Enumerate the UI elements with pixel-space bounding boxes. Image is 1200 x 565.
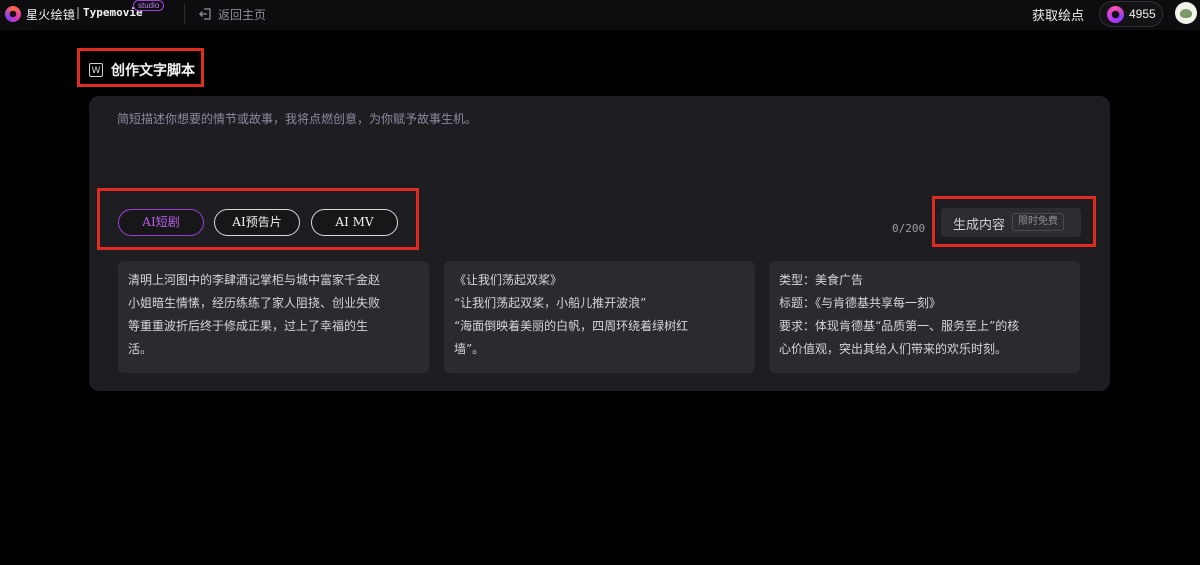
app-separator: |	[76, 5, 81, 19]
example-line: “海面倒映着美丽的白帆，四周环绕着绿树红	[454, 319, 689, 333]
header-divider	[184, 4, 185, 24]
example-line: 标题：《与肯德基共享每一刻》	[779, 296, 942, 310]
type-buttons-highlight-box	[97, 188, 419, 250]
studio-badge: studio	[133, 0, 165, 11]
example-line: “让我们荡起双桨，小船儿推开波浪”	[454, 296, 647, 310]
generate-highlight-box	[932, 196, 1096, 247]
top-bar: 星火绘镜 | Typemovie studio 返回主页 获取绘点 4955	[0, 0, 1200, 30]
example-card[interactable]: 清明上河图中的李肆酒记掌柜与城中富家千金赵 小姐暗生情愫，经历练练了家人阻挠、创…	[118, 261, 429, 373]
logo-icon[interactable]	[5, 6, 21, 22]
example-line: 《让我们荡起双桨》	[454, 273, 563, 287]
points-icon	[1107, 6, 1124, 23]
example-line: 清明上河图中的李肆酒记掌柜与城中富家千金赵	[128, 273, 381, 287]
points-balance[interactable]: 4955	[1099, 1, 1163, 27]
get-points-button[interactable]: 获取绘点	[1032, 5, 1084, 24]
char-count: 0/200	[892, 222, 926, 235]
example-card[interactable]: 《让我们荡起双桨》 “让我们荡起双桨，小船儿推开波浪” “海面倒映着美丽的白帆，…	[444, 261, 755, 373]
example-card[interactable]: 类型：美食广告 标题：《与肯德基共享每一刻》 要求：体现肯德基“品质第一、服务至…	[769, 261, 1080, 373]
back-home-link[interactable]: 返回主页	[218, 6, 266, 23]
document-icon: W	[89, 63, 103, 77]
app-name[interactable]: 星火绘镜	[26, 6, 75, 23]
example-line: 活。	[128, 342, 153, 356]
story-prompt-input[interactable]	[117, 112, 877, 126]
example-line: 墙”。	[454, 342, 485, 356]
back-home-icon[interactable]	[198, 7, 212, 21]
avatar[interactable]	[1175, 2, 1197, 24]
page-title: 创作文字脚本	[111, 63, 195, 79]
example-line: 心价值观，突出其给人们带来的欢乐时刻。	[779, 342, 1008, 356]
example-line: 等重重波折后终于修成正果，过上了幸福的生	[128, 319, 369, 333]
example-line: 类型：美食广告	[779, 273, 864, 287]
points-value: 4955	[1129, 7, 1156, 21]
example-line: 要求：体现肯德基“品质第一、服务至上”的核	[779, 319, 1020, 333]
example-line: 小姐暗生情愫，经历练练了家人阻挠、创业失败	[128, 296, 381, 310]
